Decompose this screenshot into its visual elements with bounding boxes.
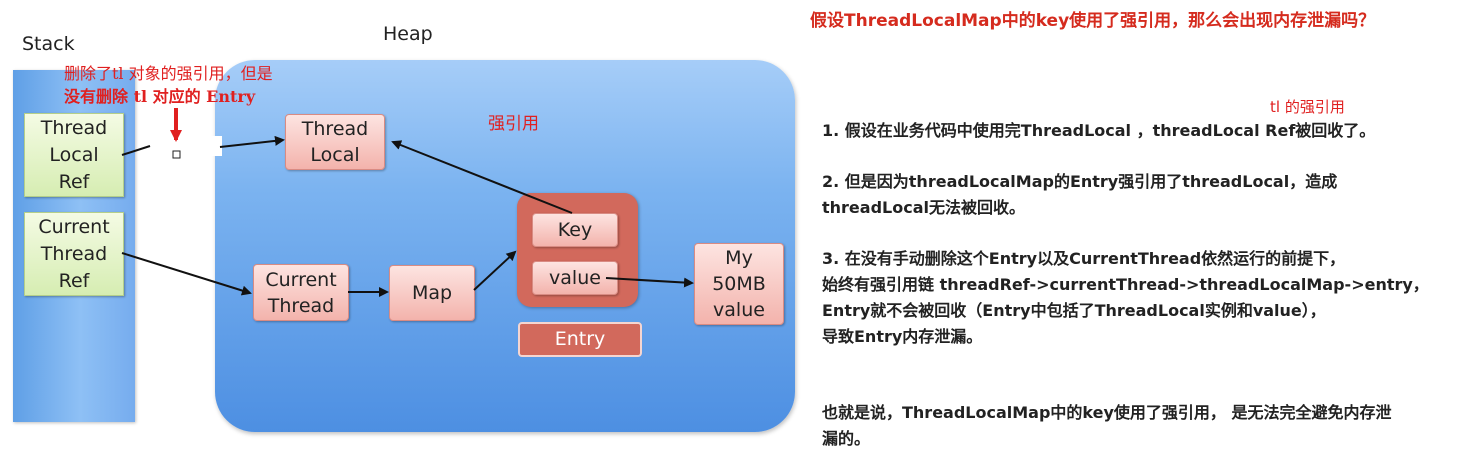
paragraph-4-line-1: 也就是说，ThreadLocalMap中的key使用了强引用， 是无法完全避免内… [822,403,1392,422]
paragraph-3-line-3: Entry就不会被回收（Entry中包括了ThreadLocal实例和value… [822,301,1326,320]
paragraph-2-line-1: 2. 但是因为threadLocalMap的Entry强引用了threadLoc… [822,172,1338,191]
paragraph-1-line-1: 1. 假设在业务代码中使用完ThreadLocal ，threadLocal R… [822,121,1376,140]
arrow-to-threadlocal [219,135,285,148]
paragraph-4-line-2: 漏的。 [822,429,871,448]
deleted-ref-line-2: 没有删除 tl 对应的 Entry [64,87,256,106]
paragraph-1: 1. 假设在业务代码中使用完ThreadLocal ，threadLocal R… [822,118,1375,144]
arrow-to-entry [473,250,517,291]
broken-ref-marker [172,150,181,159]
arrow-key-to-threadlocal [391,140,573,214]
paragraph-2-line-2: threadLocal无法被回收。 [822,198,1025,217]
question-title: 假设ThreadLocalMap中的key使用了强引用，那么会出现内存泄漏吗？ [810,11,1376,31]
strong-ref-label: 强引用 [488,114,539,134]
tl-strong-ref-label: tl 的强引用 [1270,98,1345,116]
paragraph-3-line-2: 始终有强引用链 threadRef->currentThread->thread… [822,275,1429,294]
paragraph-2: 2. 但是因为threadLocalMap的Entry强引用了threadLoc… [822,169,1337,221]
arrow-value-to-50mb [605,277,694,288]
paragraph-3: 3. 在没有手动删除这个Entry以及CurrentThread依然运行的前提下… [822,246,1429,350]
deleted-ref-line-1: 删除了tl 对象的强引用，但是 [64,64,273,83]
paragraph-3-line-4: 导致Entry内存泄漏。 [822,327,983,346]
ref-stub-line [121,145,151,156]
paragraph-4: 也就是说，ThreadLocalMap中的key使用了强引用， 是无法完全避免内… [822,400,1392,452]
paragraph-3-line-1: 3. 在没有手动删除这个Entry以及CurrentThread依然运行的前提下… [822,249,1346,268]
arrow-to-currentthread [121,252,252,296]
deleted-ref-annotation: 删除了tl 对象的强引用，但是 没有删除 tl 对应的 Entry [64,62,273,108]
